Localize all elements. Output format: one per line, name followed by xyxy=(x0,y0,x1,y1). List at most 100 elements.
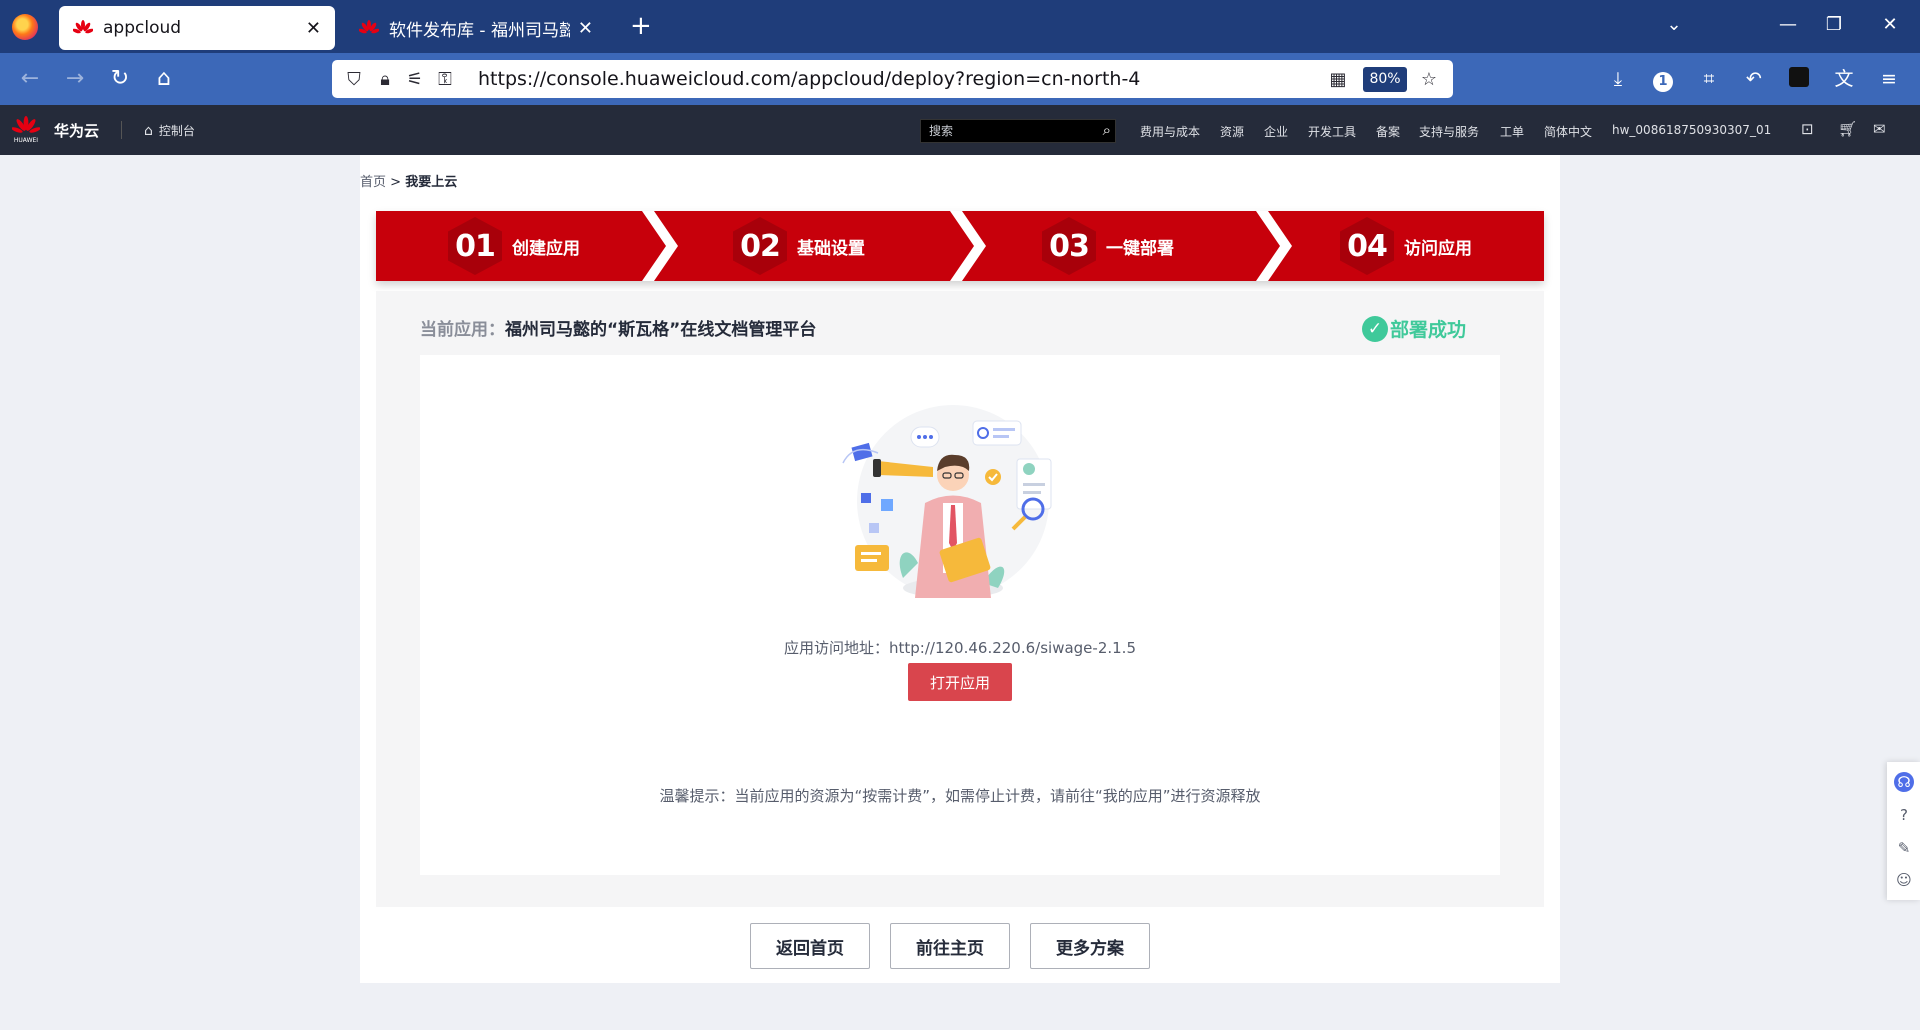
zoom-level-badge[interactable]: 80% xyxy=(1363,67,1407,92)
tab-close-icon[interactable]: ✕ xyxy=(578,18,593,39)
search-icon[interactable]: ⌕ xyxy=(1103,121,1111,139)
nav-account[interactable]: hw_008618750930307_01 xyxy=(1612,123,1771,137)
huawei-flower-icon xyxy=(11,116,41,133)
tab-software-repo[interactable]: 软件发布库 - 福州司马懿的“斯瓦 ✕ xyxy=(345,6,607,50)
forward-icon[interactable]: → xyxy=(61,65,89,93)
downloads-icon[interactable]: ⤓ xyxy=(1606,67,1630,91)
step-one-click-deploy: 03 一键部署 xyxy=(1042,211,1174,281)
home-icon[interactable]: ⌂ xyxy=(150,65,178,93)
huawei-wordmark: HUAWEI xyxy=(13,137,39,144)
console-link[interactable]: ⌂ 控制台 xyxy=(144,122,195,139)
console-label: 控制台 xyxy=(158,124,195,138)
password-manager-icon[interactable]: 1 xyxy=(1651,67,1675,92)
step-number: 02 xyxy=(733,217,787,275)
more-solutions-button[interactable]: 更多方案 xyxy=(1030,923,1150,969)
list-all-tabs-icon[interactable]: ⌄ xyxy=(1662,14,1686,35)
smile-feedback-icon[interactable]: ☺ xyxy=(1894,870,1914,890)
step-basic-settings: 02 基础设置 xyxy=(733,211,865,281)
nav-resources[interactable]: 资源 xyxy=(1220,123,1244,140)
back-icon[interactable]: ← xyxy=(16,65,44,93)
step-chevron-icon xyxy=(1256,211,1292,281)
customer-service-icon[interactable]: ☊ xyxy=(1894,772,1914,792)
open-app-button[interactable]: 打开应用 xyxy=(908,663,1012,701)
tab-close-icon[interactable]: ✕ xyxy=(306,18,321,39)
tab-appcloud[interactable]: appcloud ✕ xyxy=(59,6,335,50)
nav-billing[interactable]: 费用与成本 xyxy=(1140,123,1200,140)
access-label: 应用访问地址： xyxy=(784,639,890,657)
crop-screenshot-icon[interactable]: ⌗ xyxy=(1697,67,1721,91)
mail-icon[interactable]: ✉ xyxy=(1873,120,1886,138)
feedback-edit-icon[interactable]: ✎ xyxy=(1894,838,1914,858)
result-card: 应用访问地址：http://120.46.220.6/siwage-2.1.5 … xyxy=(420,355,1500,875)
step-number: 03 xyxy=(1042,217,1096,275)
step-number: 01 xyxy=(448,217,502,275)
firefox-menu-icon[interactable] xyxy=(12,14,38,40)
deploy-status-text: 部署成功 xyxy=(1390,319,1467,341)
home-outline-icon: ⌂ xyxy=(144,122,153,139)
app-menu-icon[interactable]: ≡ xyxy=(1877,67,1901,91)
current-app: 当前应用：福州司马懿的“斯瓦格”在线文档管理平台 xyxy=(420,315,816,340)
deploy-result-box: 当前应用：福州司马懿的“斯瓦格”在线文档管理平台 ✓ 部署成功 应用访问地址：h… xyxy=(376,291,1544,907)
nav-support[interactable]: 支持与服务 xyxy=(1419,123,1479,140)
header-search[interactable]: ⌕ xyxy=(920,119,1116,143)
step-label: 一键部署 xyxy=(1106,238,1174,259)
browser-nav-bar: ← → ↻ ⌂ ⛉ 🔒︎ ⚟ ⚿ https://console.huaweic… xyxy=(0,53,1920,105)
cart-icon[interactable]: 🛒︎ xyxy=(1838,120,1857,138)
close-window-icon[interactable]: ✕ xyxy=(1878,14,1902,35)
key-icon[interactable]: ⚿ xyxy=(434,69,456,91)
help-icon[interactable]: ? xyxy=(1894,805,1914,825)
step-label: 基础设置 xyxy=(797,238,865,259)
reload-icon[interactable]: ↻ xyxy=(106,65,134,93)
extension-dark-icon[interactable] xyxy=(1787,67,1811,91)
terminal-icon[interactable]: ⊡ xyxy=(1801,120,1814,138)
step-label: 创建应用 xyxy=(512,238,580,259)
huawei-logo[interactable]: HUAWEI xyxy=(11,115,41,145)
new-tab-button[interactable]: + xyxy=(630,12,652,40)
progress-steps: 01 创建应用 02 基础设置 03 一键部署 04 访问应用 xyxy=(376,211,1544,281)
tab-title: appcloud xyxy=(103,18,182,38)
billing-tip: 温馨提示：当前应用的资源为“按需计费”，如需停止计费，请前往“我的应用”进行资源… xyxy=(659,787,1261,805)
qr-code-icon[interactable]: ▦ xyxy=(1327,69,1349,91)
floating-service-panel: ☊ ? ✎ ☺ xyxy=(1887,762,1920,900)
url-text[interactable]: https://console.huaweicloud.com/appcloud… xyxy=(478,68,1140,90)
translate-icon[interactable]: 文 xyxy=(1832,67,1856,91)
nav-filing[interactable]: 备案 xyxy=(1376,123,1400,140)
huaweicloud-header: HUAWEI 华为云 ⌂ 控制台 ⌕ 费用与成本 资源 企业 开发工具 备案 支… xyxy=(0,105,1920,155)
undo-arrow-icon[interactable]: ↶ xyxy=(1742,67,1766,91)
shield-icon[interactable]: ⛉ xyxy=(343,69,365,91)
nav-ticket[interactable]: 工单 xyxy=(1500,123,1524,140)
nav-enterprise[interactable]: 企业 xyxy=(1264,123,1288,140)
minimize-icon[interactable]: — xyxy=(1776,14,1800,35)
permissions-icon[interactable]: ⚟ xyxy=(404,69,426,91)
url-bar[interactable]: ⛉ 🔒︎ ⚟ ⚿ https://console.huaweicloud.com… xyxy=(332,60,1453,98)
divider xyxy=(121,121,122,139)
brand-name[interactable]: 华为云 xyxy=(54,120,99,141)
step-label: 访问应用 xyxy=(1404,238,1472,259)
huawei-favicon-icon xyxy=(359,19,379,37)
search-input[interactable] xyxy=(921,120,1081,142)
browser-tab-bar: appcloud ✕ 软件发布库 - 福州司马懿的“斯瓦 ✕ + ⌄ — ❐ ✕ xyxy=(0,0,1920,53)
breadcrumb-separator: > xyxy=(390,175,402,190)
check-circle-icon: ✓ xyxy=(1362,315,1388,342)
step-access-app: 04 访问应用 xyxy=(1340,211,1472,281)
go-main-page-button[interactable]: 前往主页 xyxy=(890,923,1010,969)
extension-badge: 1 xyxy=(1653,72,1673,92)
nav-language[interactable]: 简体中文 xyxy=(1544,123,1592,140)
deploy-page: 首页 > 我要上云 01 创建应用 02 基础设置 03 一键部署 04 访问应… xyxy=(360,155,1560,983)
restore-icon[interactable]: ❐ xyxy=(1822,14,1846,35)
huawei-favicon-icon xyxy=(73,19,93,37)
deploy-status: ✓ 部署成功 xyxy=(1362,315,1466,342)
step-create-app: 01 创建应用 xyxy=(448,211,580,281)
step-chevron-icon xyxy=(950,211,986,281)
access-url[interactable]: http://120.46.220.6/siwage-2.1.5 xyxy=(889,639,1136,657)
step-number: 04 xyxy=(1340,217,1394,275)
back-home-button[interactable]: 返回首页 xyxy=(750,923,870,969)
success-illustration xyxy=(842,405,1052,598)
nav-dev-tools[interactable]: 开发工具 xyxy=(1308,123,1356,140)
tab-title: 软件发布库 - 福州司马懿的“斯瓦 xyxy=(389,20,570,41)
bookmark-star-icon[interactable]: ☆ xyxy=(1418,69,1440,91)
breadcrumb: 首页 > 我要上云 xyxy=(360,171,457,190)
current-app-label: 当前应用： xyxy=(420,320,505,340)
lock-icon[interactable]: 🔒︎ xyxy=(374,69,396,91)
breadcrumb-home[interactable]: 首页 xyxy=(360,175,386,190)
